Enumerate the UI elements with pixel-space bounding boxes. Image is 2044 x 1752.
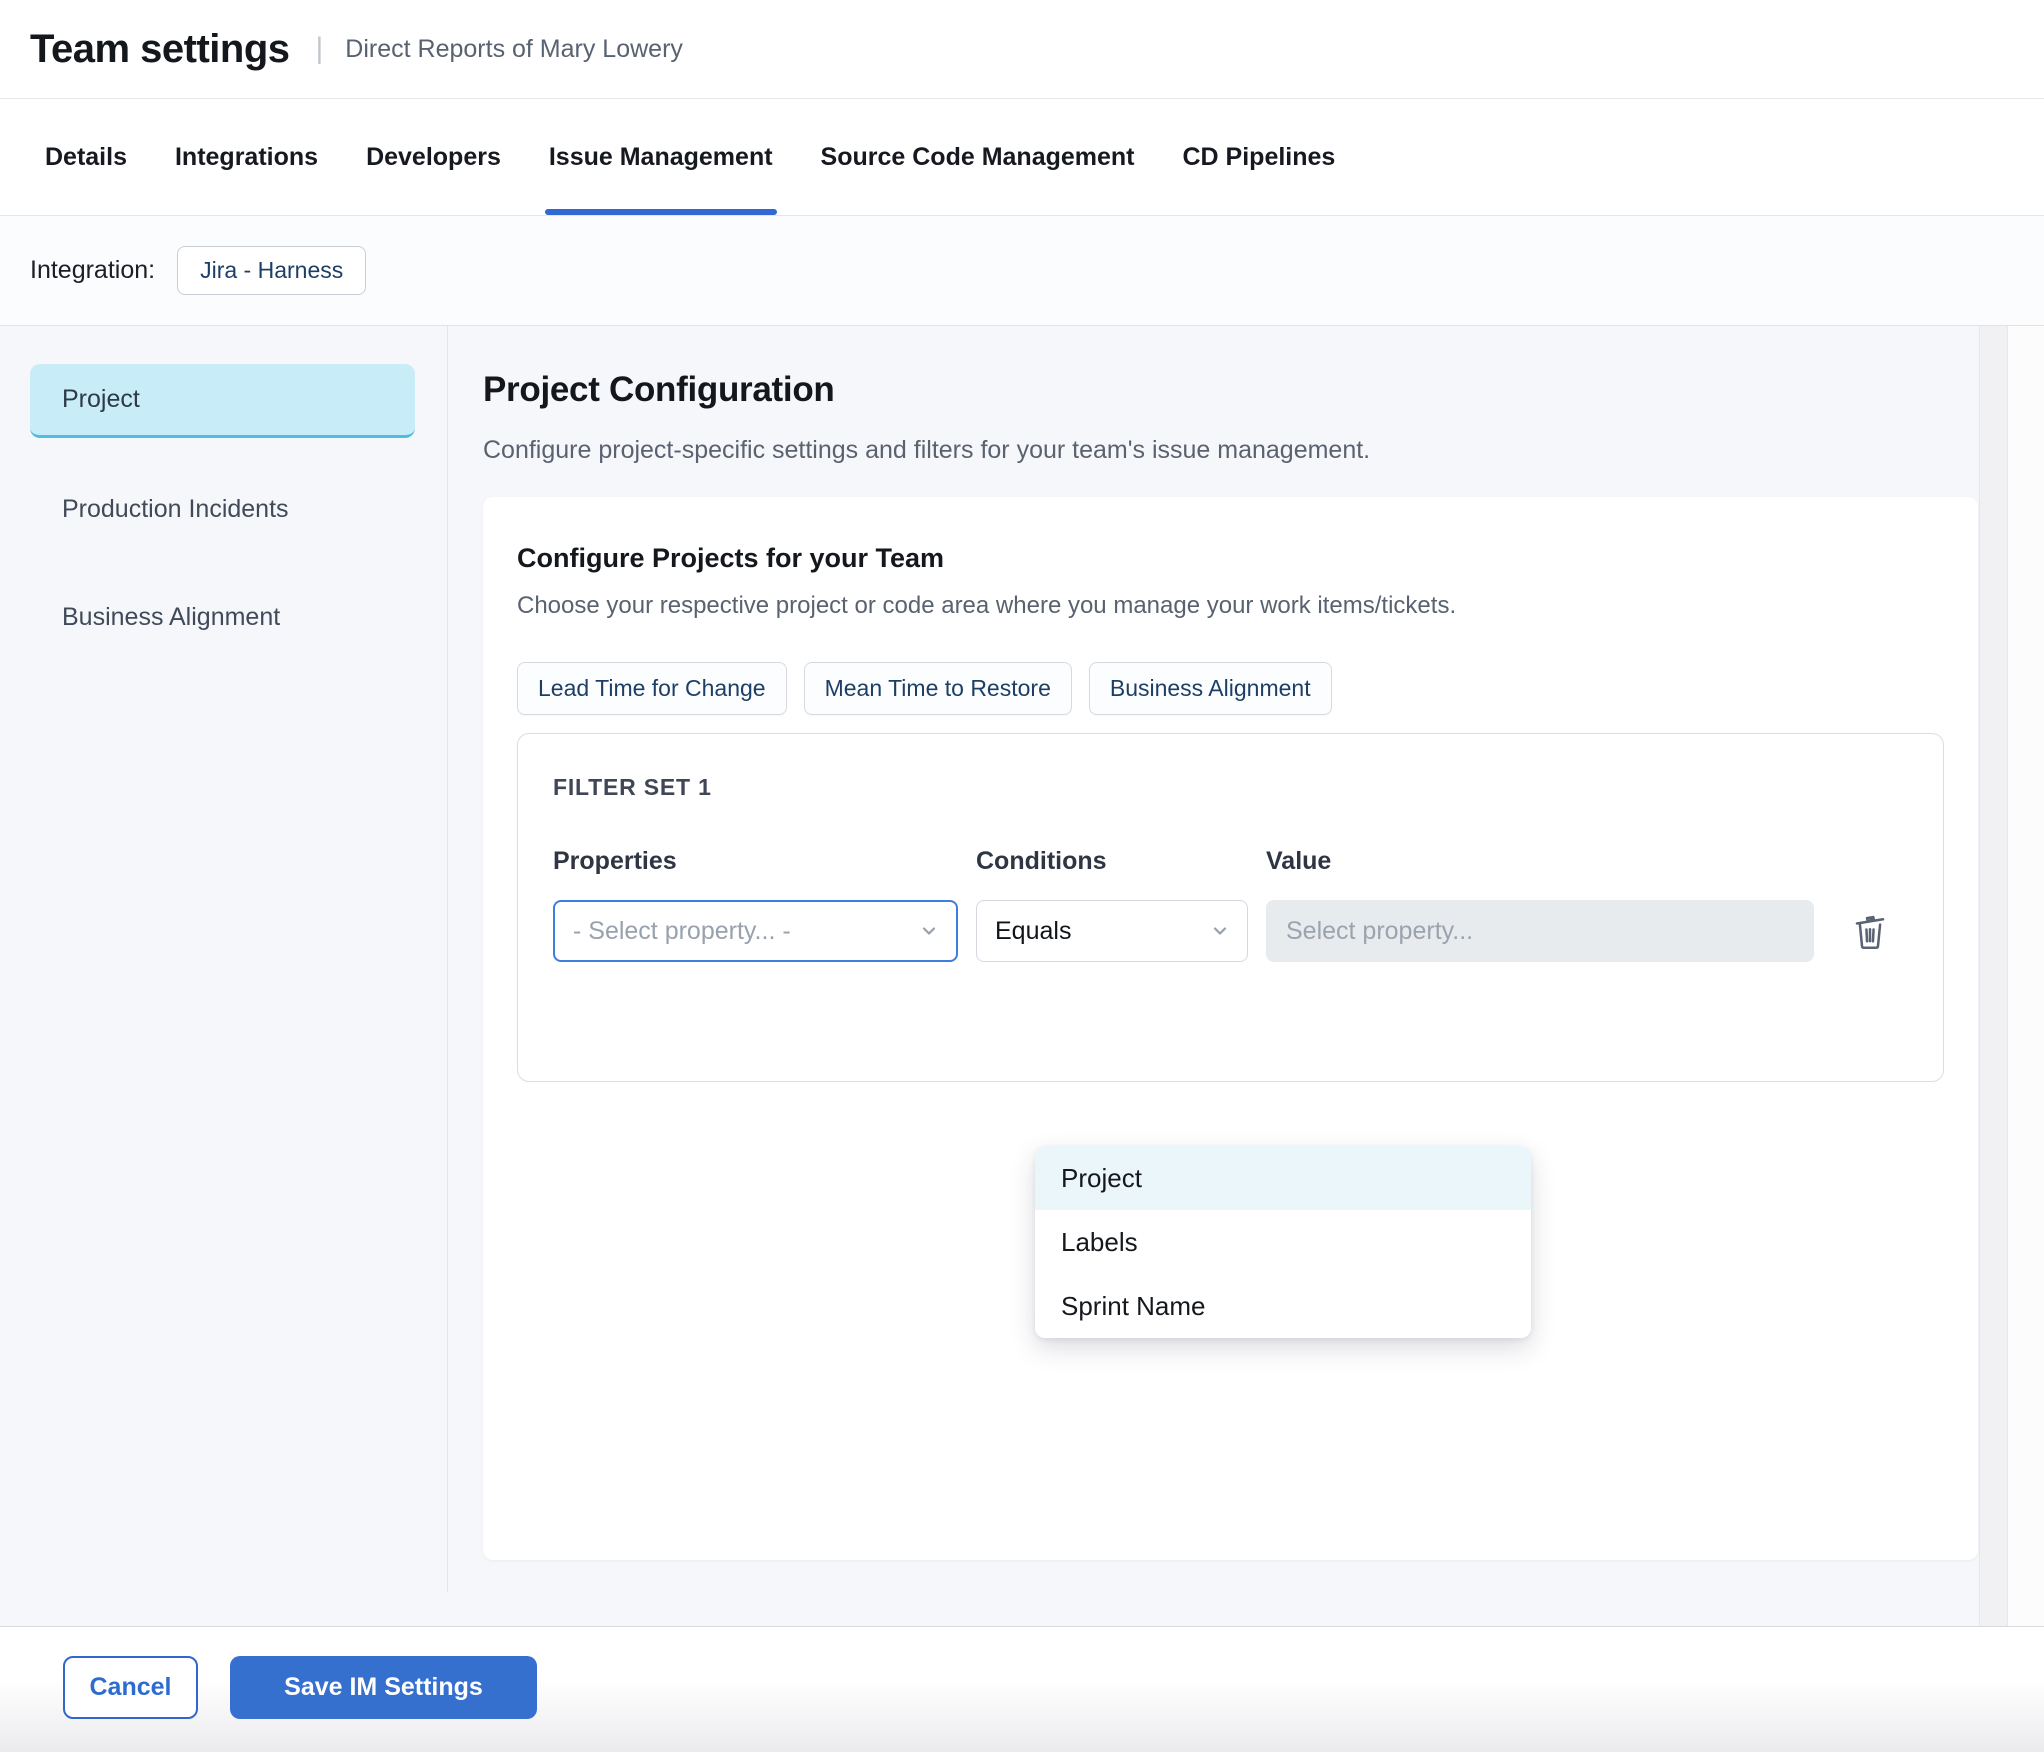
configure-projects-card: Configure Projects for your Team Choose … [483,497,1978,1560]
dropdown-option-labels[interactable]: Labels [1035,1210,1531,1274]
metric-chips: Lead Time for Change Mean Time to Restor… [517,662,1944,715]
sidebar-item-project[interactable]: Project [30,364,415,438]
col-header-properties: Properties [553,847,677,875]
card-title: Configure Projects for your Team [517,543,945,573]
tab-details[interactable]: Details [45,99,127,215]
integration-label: Integration: [30,256,156,284]
title-separator: | [315,32,324,65]
filter-row: - Select property... - Equals [553,900,1943,962]
card-description: Choose your respective project or code a… [517,592,1457,619]
page-subtitle: Direct Reports of Mary Lowery [345,34,683,63]
section-title: Project Configuration [483,370,835,409]
tab-issue-management[interactable]: Issue Management [544,99,777,215]
sidebar-item-production-incidents[interactable]: Production Incidents [30,472,415,546]
section-description: Configure project-specific settings and … [483,436,1371,464]
dropdown-option-project[interactable]: Project [1035,1146,1531,1210]
tab-cd-pipelines[interactable]: CD Pipelines [1183,99,1336,215]
value-input[interactable] [1266,900,1814,962]
chip-business-alignment[interactable]: Business Alignment [1088,662,1332,715]
chevron-down-icon [922,927,936,935]
main-panel: Project Configuration Configure project-… [448,326,2007,1626]
chevron-down-icon [1213,927,1227,935]
delete-filter-button[interactable] [1852,911,1888,951]
chip-mean-time-to-restore[interactable]: Mean Time to Restore [803,662,1072,715]
chip-lead-time-for-change[interactable]: Lead Time for Change [517,662,787,715]
trash-icon [1855,915,1885,949]
dropdown-option-sprint-name[interactable]: Sprint Name [1035,1274,1531,1338]
page-title: Team settings [30,26,290,71]
tab-integrations[interactable]: Integrations [175,99,318,215]
filter-set-title: FILTER SET 1 [553,774,712,800]
col-header-value: Value [1266,847,1332,875]
right-gutter [2007,326,2044,1626]
content-area: Project Production Incidents Business Al… [0,326,2044,1626]
settings-sidebar: Project Production Incidents Business Al… [0,326,448,1592]
integration-chip[interactable]: Jira - Harness [177,246,367,295]
cancel-button[interactable]: Cancel [63,1656,198,1719]
property-select-placeholder: - Select property... - [573,916,791,945]
col-header-conditions: Conditions [976,847,1107,875]
tab-developers[interactable]: Developers [366,99,501,215]
filter-column-headers: Properties Conditions Value [553,847,1943,876]
integration-row: Integration: Jira - Harness [0,216,2044,326]
tab-bar: Details Integrations Developers Issue Ma… [0,99,2044,216]
property-select[interactable]: - Select property... - [553,900,958,962]
footer-bar: Cancel Save IM Settings [0,1626,2044,1752]
property-dropdown-menu: Project Labels Sprint Name [1035,1146,1531,1338]
tab-source-code-management[interactable]: Source Code Management [821,99,1135,215]
condition-select[interactable]: Equals [976,900,1248,962]
sidebar-item-business-alignment[interactable]: Business Alignment [30,580,415,654]
app-header: Team settings | Direct Reports of Mary L… [0,0,2044,99]
condition-select-value: Equals [995,916,1072,945]
filter-set-panel: FILTER SET 1 Properties Conditions Value… [517,733,1944,1082]
save-button[interactable]: Save IM Settings [230,1656,537,1719]
